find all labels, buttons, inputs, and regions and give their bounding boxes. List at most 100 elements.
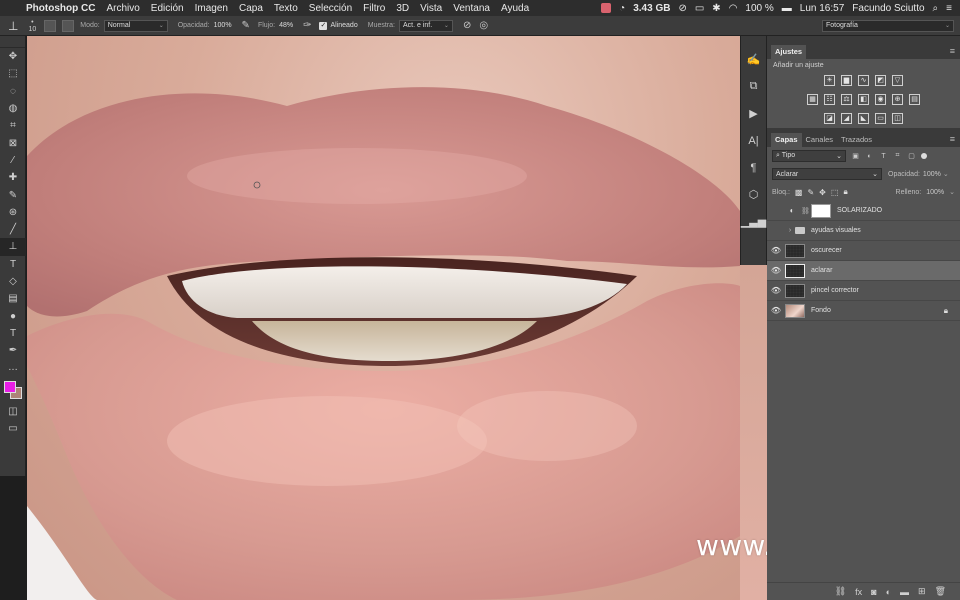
- layer-row-oscurecer[interactable]: 👁︎ oscurecer: [767, 241, 960, 261]
- channel-mixer-icon[interactable]: ⊕: [892, 94, 903, 105]
- lock-paint-icon[interactable]: ✎: [807, 188, 814, 197]
- layer-row-fondo[interactable]: 👁︎ Fondo 🔒︎: [767, 301, 960, 321]
- tab-capas[interactable]: Capas: [771, 133, 802, 147]
- opacity-chevron-icon[interactable]: ⌄: [943, 170, 949, 178]
- airbrush-icon[interactable]: ✑: [303, 20, 311, 31]
- lasso-tool-icon[interactable]: ◌: [0, 83, 26, 100]
- brush-preset-picker[interactable]: • 10: [28, 19, 36, 33]
- menu-seleccion[interactable]: Selección: [309, 3, 352, 14]
- exposure-icon[interactable]: ◩: [875, 75, 886, 86]
- brush-settings-button[interactable]: [44, 19, 57, 32]
- battery-percent[interactable]: 100 %: [745, 3, 773, 14]
- dodge-tool-icon[interactable]: ●: [0, 307, 26, 324]
- lock-transparent-icon[interactable]: ▩: [795, 188, 803, 197]
- clone-source-icon[interactable]: ⧉: [741, 73, 766, 100]
- menu-filtro[interactable]: Filtro: [363, 3, 385, 14]
- healing-tool-icon[interactable]: ✚: [0, 169, 26, 186]
- toolbar-grip[interactable]: [0, 36, 25, 48]
- photo-filter-icon[interactable]: ◉: [875, 94, 886, 105]
- menu-3d[interactable]: 3D: [396, 3, 409, 14]
- menu-capa[interactable]: Capa: [239, 3, 263, 14]
- layer-name[interactable]: aclarar: [811, 267, 960, 274]
- tab-trazados[interactable]: Trazados: [837, 133, 876, 147]
- new-layer-icon[interactable]: ⊞: [918, 586, 926, 597]
- menu-texto[interactable]: Texto: [274, 3, 298, 14]
- filter-toggle[interactable]: [921, 153, 927, 159]
- black-white-icon[interactable]: ◧: [858, 94, 869, 105]
- ignore-adjustment-icon[interactable]: ⊘: [463, 20, 471, 31]
- workspace-select[interactable]: Fotografía ⌄: [822, 19, 954, 32]
- airplay-icon[interactable]: ▭: [695, 3, 704, 14]
- panel-menu-icon[interactable]: ≡: [950, 46, 955, 56]
- paragraph-icon[interactable]: ¶: [741, 154, 766, 181]
- eyedropper-tool-icon[interactable]: ⁄: [0, 152, 26, 169]
- threshold-icon[interactable]: ◣: [858, 113, 869, 124]
- layer-row-pincel-corrector[interactable]: 👁︎ pincel corrector: [767, 281, 960, 301]
- clone-stamp-tool-icon[interactable]: ⊥: [0, 238, 26, 256]
- crop-tool-icon[interactable]: ⌗: [0, 117, 26, 134]
- lock-all-icon[interactable]: 🔒︎: [843, 187, 847, 197]
- menu-edicion[interactable]: Edición: [151, 3, 184, 14]
- lock-position-icon[interactable]: ✥: [819, 188, 826, 197]
- new-group-icon[interactable]: ▬: [900, 587, 909, 597]
- eye-icon[interactable]: 👁︎: [767, 306, 785, 315]
- gradient-tool-icon[interactable]: ▤: [0, 290, 26, 307]
- menu-archivo[interactable]: Archivo: [106, 3, 139, 14]
- quick-select-tool-icon[interactable]: ◍: [0, 100, 26, 117]
- aligned-checkbox[interactable]: ✓: [319, 21, 328, 30]
- selective-color-icon[interactable]: ◫: [892, 113, 903, 124]
- curves-icon[interactable]: ∿: [858, 75, 869, 86]
- lock-artboard-icon[interactable]: ⬚: [831, 188, 839, 197]
- flow-value[interactable]: 48%: [279, 22, 293, 29]
- tab-canales[interactable]: Canales: [802, 133, 838, 147]
- layer-name[interactable]: oscurecer: [811, 247, 960, 254]
- tab-ajustes[interactable]: Ajustes: [771, 45, 807, 59]
- brush-settings-icon[interactable]: ✍: [741, 46, 766, 73]
- frame-tool-icon[interactable]: ⊠: [0, 134, 26, 151]
- menu-ventana[interactable]: Ventana: [453, 3, 490, 14]
- delete-layer-icon[interactable]: 🗑︎: [935, 586, 946, 597]
- sync-icon[interactable]: ⊘: [678, 3, 686, 14]
- 3d-icon[interactable]: ⬡: [741, 181, 766, 208]
- clone-source-button[interactable]: [62, 19, 75, 32]
- clone-stamp-icon[interactable]: ⊥: [8, 19, 18, 33]
- layer-opacity-value[interactable]: 100%: [923, 171, 941, 178]
- pencil-tool-icon[interactable]: ✎: [0, 186, 26, 203]
- filter-smart-object-icon[interactable]: ▢: [907, 152, 916, 160]
- filter-shape-icon[interactable]: ⌗: [893, 152, 902, 160]
- filter-pixel-icon[interactable]: ▣: [851, 152, 860, 160]
- quick-mask-icon[interactable]: ◫: [0, 403, 26, 420]
- eye-icon[interactable]: 👁︎: [767, 266, 785, 275]
- posterize-icon[interactable]: ◢: [841, 113, 852, 124]
- pressure-opacity-icon[interactable]: ✎: [242, 20, 250, 31]
- opacity-value[interactable]: 100%: [214, 22, 232, 29]
- sample-select[interactable]: Act. e inf. ⌄: [398, 19, 453, 32]
- color-lookup-icon[interactable]: ▤: [909, 94, 920, 105]
- bluetooth-icon[interactable]: ✱: [712, 3, 720, 14]
- more-tools-icon[interactable]: …: [0, 359, 26, 376]
- character-icon[interactable]: A|: [741, 127, 766, 154]
- layer-name[interactable]: pincel corrector: [811, 287, 960, 294]
- layer-row-aclarar[interactable]: 👁︎ aclarar: [767, 261, 960, 281]
- wifi-icon[interactable]: ◠: [729, 3, 738, 14]
- app-menu[interactable]: Photoshop CC: [26, 3, 95, 14]
- play-actions-icon[interactable]: ▶: [741, 100, 766, 127]
- layer-style-icon[interactable]: fx: [855, 587, 862, 597]
- gradient-map-icon[interactable]: ▭: [875, 113, 886, 124]
- color-balance-icon[interactable]: ⚖: [841, 94, 852, 105]
- pen-tool-icon[interactable]: ✒: [0, 342, 26, 359]
- layer-name[interactable]: Fondo: [811, 307, 944, 314]
- patch-tool-icon[interactable]: ⊛: [0, 204, 26, 221]
- eye-icon[interactable]: 👁︎: [767, 286, 785, 295]
- hue-saturation-icon[interactable]: ☷: [824, 94, 835, 105]
- add-mask-icon[interactable]: ◙: [871, 587, 876, 597]
- lock-icon[interactable]: 🔒︎: [944, 306, 948, 316]
- link-layers-icon[interactable]: ⛓: [835, 586, 846, 597]
- layer-name[interactable]: ayudas visuales: [811, 227, 960, 234]
- menu-vista[interactable]: Vista: [420, 3, 442, 14]
- gradient-map-triangle-icon[interactable]: ▽: [892, 75, 903, 86]
- pressure-size-icon[interactable]: ◎: [479, 20, 488, 31]
- layer-row-ayudas-visuales[interactable]: › ayudas visuales: [767, 221, 960, 241]
- eye-icon[interactable]: 👁︎: [767, 246, 785, 255]
- menu-imagen[interactable]: Imagen: [195, 3, 228, 14]
